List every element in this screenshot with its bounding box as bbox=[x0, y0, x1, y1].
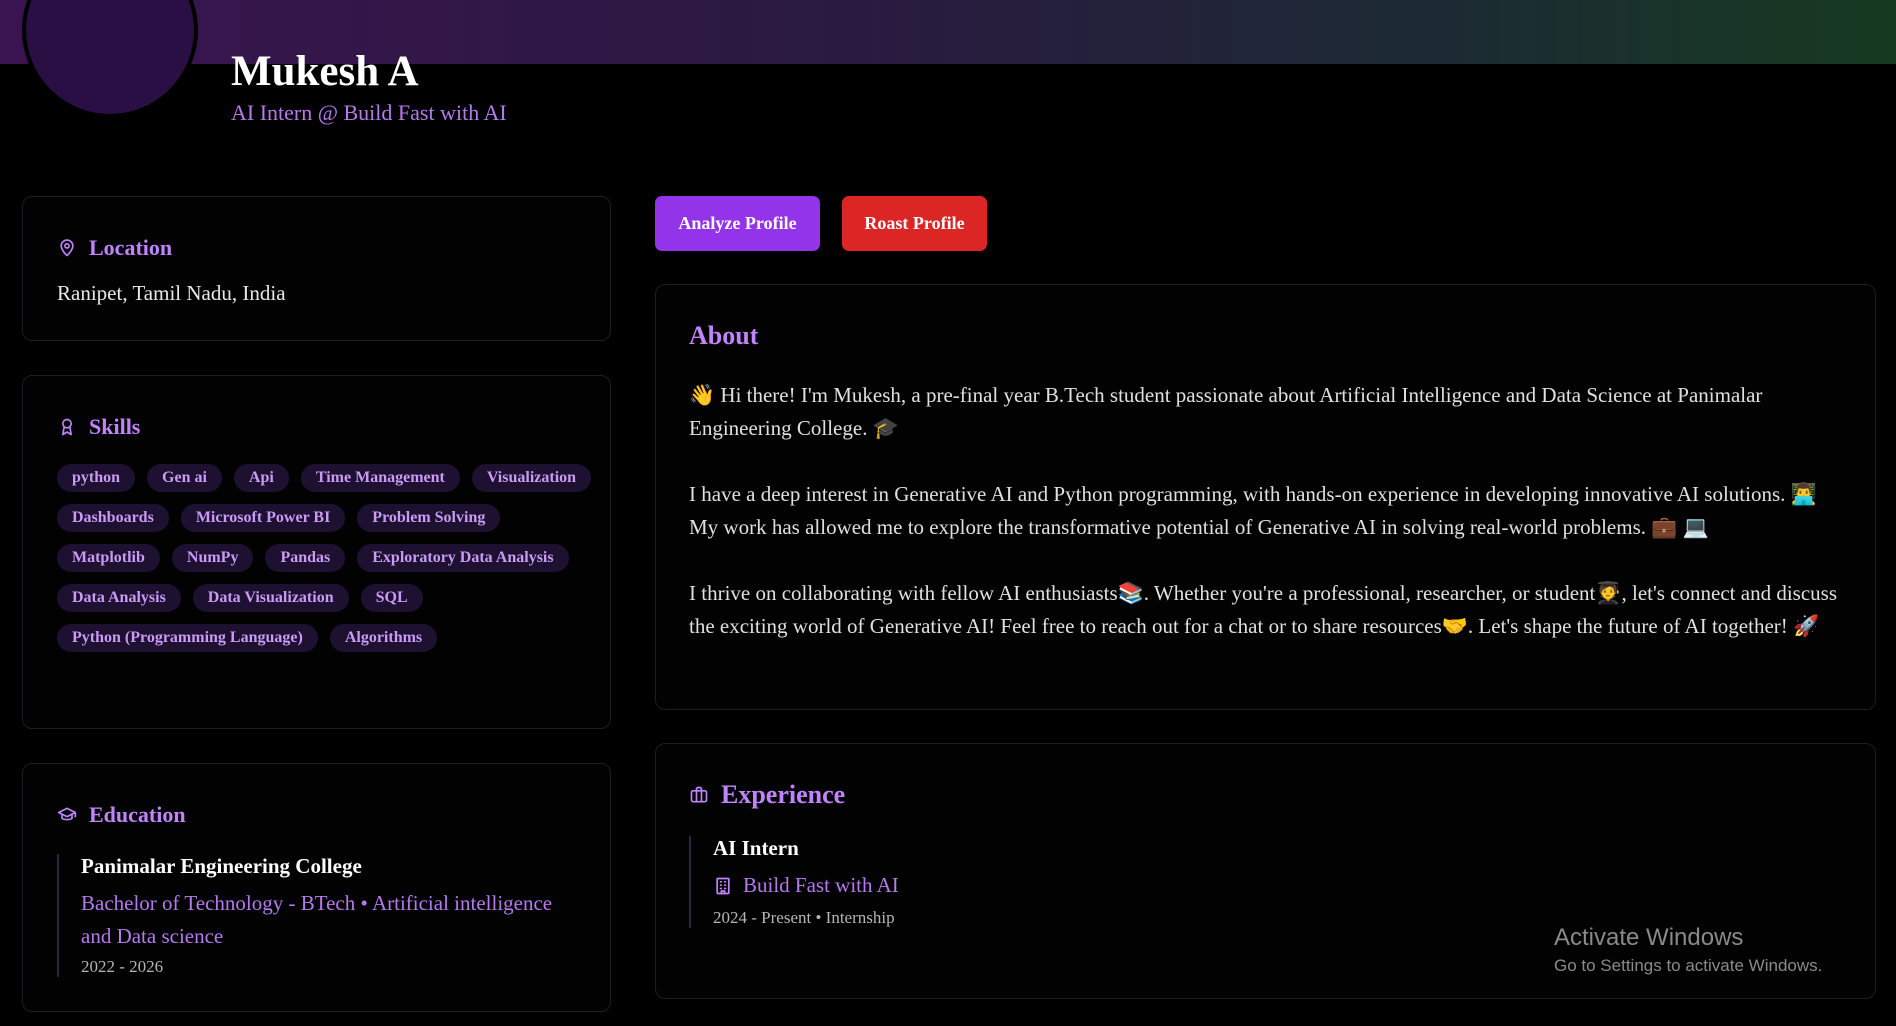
skill-chip: Api bbox=[233, 464, 289, 492]
profile-headline: AI Intern @ Build Fast with AI bbox=[231, 100, 507, 125]
about-text: 👋 Hi there! I'm Mukesh, a pre-final year… bbox=[689, 379, 1842, 643]
skill-chip: Pandas bbox=[265, 544, 346, 572]
location-value: Ranipet, Tamil Nadu, India bbox=[57, 281, 286, 305]
watermark-title: Activate Windows bbox=[1554, 924, 1744, 951]
skill-chip: Problem Solving bbox=[357, 504, 501, 532]
experience-header: Experience bbox=[689, 780, 1842, 810]
about-card: About 👋 Hi there! I'm Mukesh, a pre-fina… bbox=[655, 284, 1876, 710]
education-header: Education bbox=[57, 802, 576, 828]
avatar bbox=[22, 0, 198, 118]
skill-chip: Algorithms bbox=[329, 624, 438, 652]
building-icon bbox=[716, 877, 730, 894]
about-title: About bbox=[689, 321, 759, 350]
education-years: 2022 - 2026 bbox=[81, 957, 164, 976]
skill-chip: Data Analysis bbox=[57, 584, 181, 612]
skills-header: Skills bbox=[57, 414, 576, 440]
experience-company-row: Build Fast with AI bbox=[713, 873, 1842, 898]
award-icon bbox=[62, 418, 72, 436]
skills-card: Skills python Gen ai Api Time Management Vis… bbox=[22, 375, 611, 729]
skill-chip: SQL bbox=[360, 584, 423, 612]
education-degree: Bachelor of Technology - BTech • Artific… bbox=[81, 891, 553, 948]
skill-chip: Exploratory Data Analysis bbox=[357, 544, 569, 572]
map-pin-icon bbox=[60, 239, 74, 257]
profile-name: Mukesh A bbox=[231, 48, 419, 95]
location-card: Location Ranipet, Tamil Nadu, India bbox=[22, 196, 611, 341]
location-title: Location bbox=[89, 235, 173, 260]
skill-chip: Python (Programming Language) bbox=[57, 624, 318, 652]
education-title: Education bbox=[89, 802, 186, 827]
skills-list: python Gen ai Api Time Management Visualizat… bbox=[57, 464, 597, 652]
about-paragraph: I thrive on collaborating with fellow AI… bbox=[689, 581, 1837, 638]
education-school: Panimalar Engineering College bbox=[81, 854, 362, 878]
about-paragraph: I have a deep interest in Generative AI … bbox=[689, 482, 1817, 539]
skills-title: Skills bbox=[89, 414, 141, 439]
experience-role: AI Intern bbox=[713, 836, 799, 860]
location-header: Location bbox=[57, 235, 576, 261]
experience-entry: AI Intern Build Fast with AI 2024 - Pres… bbox=[689, 836, 1842, 928]
graduation-cap-icon bbox=[57, 807, 77, 821]
skill-chip: Gen ai bbox=[147, 464, 222, 492]
experience-title: Experience bbox=[721, 780, 846, 809]
skill-chip: Data Visualization bbox=[192, 584, 349, 612]
about-paragraph: 👋 Hi there! I'm Mukesh, a pre-final year… bbox=[689, 383, 1763, 440]
skill-chip: NumPy bbox=[171, 544, 254, 572]
windows-activation-watermark: Activate Windows Go to Settings to activ… bbox=[1554, 924, 1822, 976]
experience-company: Build Fast with AI bbox=[743, 873, 899, 897]
education-card: Education Panimalar Engineering College … bbox=[22, 763, 611, 1012]
briefcase-icon bbox=[690, 786, 708, 803]
education-entry: Panimalar Engineering College Bachelor o… bbox=[57, 854, 576, 977]
skill-chip: Matplotlib bbox=[57, 544, 160, 572]
analyze-profile-button[interactable]: Analyze Profile bbox=[655, 196, 820, 251]
roast-profile-button[interactable]: Roast Profile bbox=[842, 196, 987, 251]
watermark-subtitle: Go to Settings to activate Windows. bbox=[1554, 956, 1823, 975]
skill-chip: python bbox=[57, 464, 136, 492]
skill-chip: Microsoft Power BI bbox=[180, 504, 346, 532]
skill-chip: Time Management bbox=[300, 464, 460, 492]
skill-chip: Visualization bbox=[471, 464, 592, 492]
skill-chip: Dashboards bbox=[57, 504, 169, 532]
